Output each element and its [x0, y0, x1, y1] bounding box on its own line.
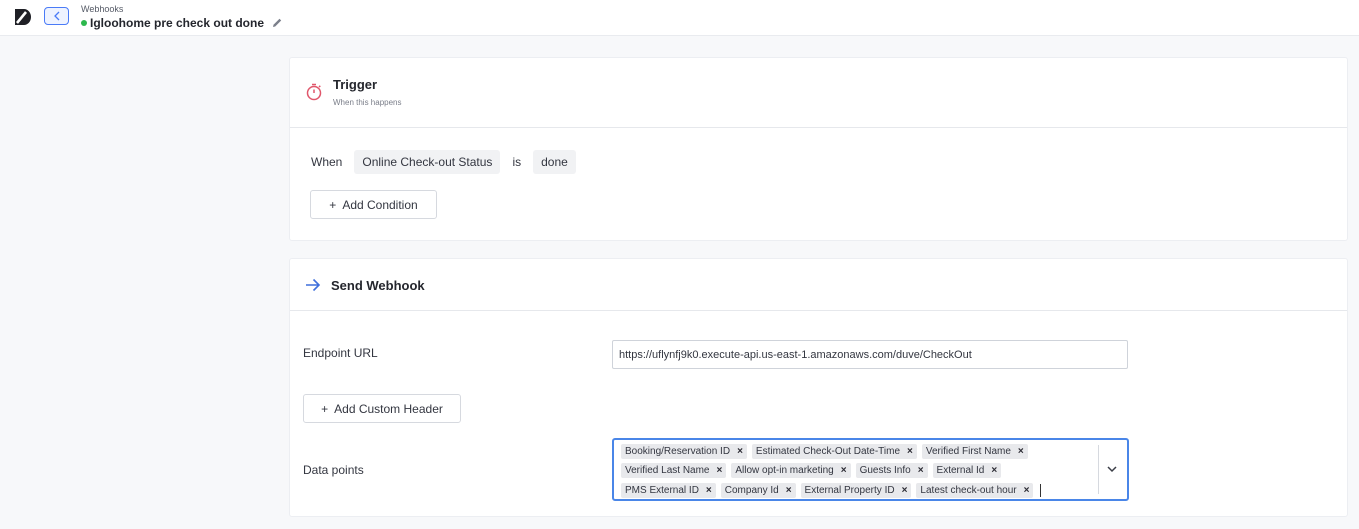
data-point-tag: Verified First Name × — [921, 443, 1028, 459]
data-point-tag-label: Verified Last Name — [625, 464, 710, 476]
remove-tag-icon[interactable]: × — [991, 465, 997, 476]
plus-icon: + — [329, 197, 337, 212]
endpoint-url-input[interactable]: https://uflynfj9k0.execute-api.us-east-1… — [612, 340, 1128, 369]
data-point-tag-label: Company Id — [724, 484, 779, 496]
condition-field-chip[interactable]: Online Check-out Status — [354, 150, 501, 174]
status-dot — [81, 20, 87, 26]
page-title: Igloohome pre check out done — [90, 16, 265, 30]
remove-tag-icon[interactable]: × — [706, 485, 712, 496]
trigger-subtitle: When this happens — [333, 98, 402, 107]
data-point-tag-label: Booking/Reservation ID — [625, 445, 731, 457]
data-point-tag-label: Latest check-out hour — [920, 484, 1017, 496]
condition-row: When Online Check-out Status is done — [311, 150, 588, 174]
remove-tag-icon[interactable]: × — [918, 465, 924, 476]
data-point-tag: Latest check-out hour × — [916, 482, 1034, 498]
add-condition-label: Add Condition — [342, 197, 418, 212]
duve-logo[interactable] — [13, 7, 33, 27]
arrow-right-icon — [306, 278, 321, 292]
data-points-select[interactable]: Booking/Reservation ID × Estimated Check-O… — [612, 438, 1129, 501]
data-point-tag: Allow opt-in marketing × — [731, 462, 851, 478]
data-point-tag: External Property ID × — [800, 482, 912, 498]
remove-tag-icon[interactable]: × — [902, 485, 908, 496]
remove-tag-icon[interactable]: × — [1024, 485, 1030, 496]
data-point-tag: Booking/Reservation ID × — [621, 443, 747, 459]
tag-row: Booking/Reservation ID × Estimated Check-O… — [621, 442, 1095, 460]
data-point-tag-label: Allow opt-in marketing — [735, 464, 834, 476]
condition-operator[interactable]: is — [512, 155, 521, 169]
trigger-card: Trigger When this happens When Online Ch… — [289, 57, 1348, 241]
add-condition-button[interactable]: + Add Condition — [310, 190, 437, 219]
data-points-label: Data points — [303, 463, 364, 477]
data-point-tag: External Id × — [932, 462, 1002, 478]
plus-icon: + — [321, 401, 329, 416]
data-point-tag-label: External Id — [936, 464, 985, 476]
data-point-tag-label: PMS External ID — [625, 484, 699, 496]
data-point-tag-label: External Property ID — [804, 484, 895, 496]
tag-row: PMS External ID × Company Id × External Prop… — [621, 481, 1095, 499]
chevron-down-icon[interactable] — [1106, 463, 1118, 475]
data-points-tags: Booking/Reservation ID × Estimated Check-O… — [621, 442, 1095, 499]
tag-row: Verified Last Name × Allow opt-in marketin… — [621, 461, 1095, 479]
data-point-tag: Guests Info × — [855, 462, 928, 478]
pencil-icon[interactable] — [271, 17, 283, 29]
data-point-tag: PMS External ID × — [621, 482, 716, 498]
title-row: Igloohome pre check out done — [81, 16, 283, 30]
breadcrumb[interactable]: Webhooks — [81, 4, 123, 14]
endpoint-url-label: Endpoint URL — [303, 346, 378, 360]
condition-when-label: When — [311, 155, 343, 169]
top-bar: Webhooks Igloohome pre check out done — [0, 0, 1359, 36]
trigger-title: Trigger — [333, 77, 378, 92]
data-point-tag: Company Id × — [720, 482, 796, 498]
remove-tag-icon[interactable]: × — [737, 446, 743, 457]
webhook-title: Send Webhook — [331, 278, 425, 293]
text-caret[interactable] — [1040, 483, 1042, 497]
select-divider — [1098, 445, 1099, 494]
trigger-header: Trigger When this happens — [290, 58, 1347, 128]
remove-tag-icon[interactable]: × — [907, 446, 913, 457]
remove-tag-icon[interactable]: × — [717, 465, 723, 476]
remove-tag-icon[interactable]: × — [1018, 446, 1024, 457]
back-button[interactable] — [44, 7, 69, 25]
data-point-tag: Verified Last Name × — [621, 462, 727, 478]
remove-tag-icon[interactable]: × — [841, 465, 847, 476]
data-point-tag: Estimated Check-Out Date-Time × — [751, 443, 917, 459]
data-point-tag-label: Verified First Name — [925, 445, 1011, 457]
add-custom-header-button[interactable]: + Add Custom Header — [303, 394, 461, 423]
condition-value-chip[interactable]: done — [533, 150, 576, 174]
webhook-header: Send Webhook — [290, 259, 1347, 311]
remove-tag-icon[interactable]: × — [786, 485, 792, 496]
add-custom-header-label: Add Custom Header — [334, 401, 443, 416]
send-webhook-card: Send Webhook Endpoint URL https://uflynf… — [289, 258, 1348, 517]
data-point-tag-label: Estimated Check-Out Date-Time — [755, 445, 901, 457]
stopwatch-icon — [306, 83, 322, 101]
chevron-left-icon — [53, 11, 59, 21]
data-point-tag-label: Guests Info — [859, 464, 911, 476]
